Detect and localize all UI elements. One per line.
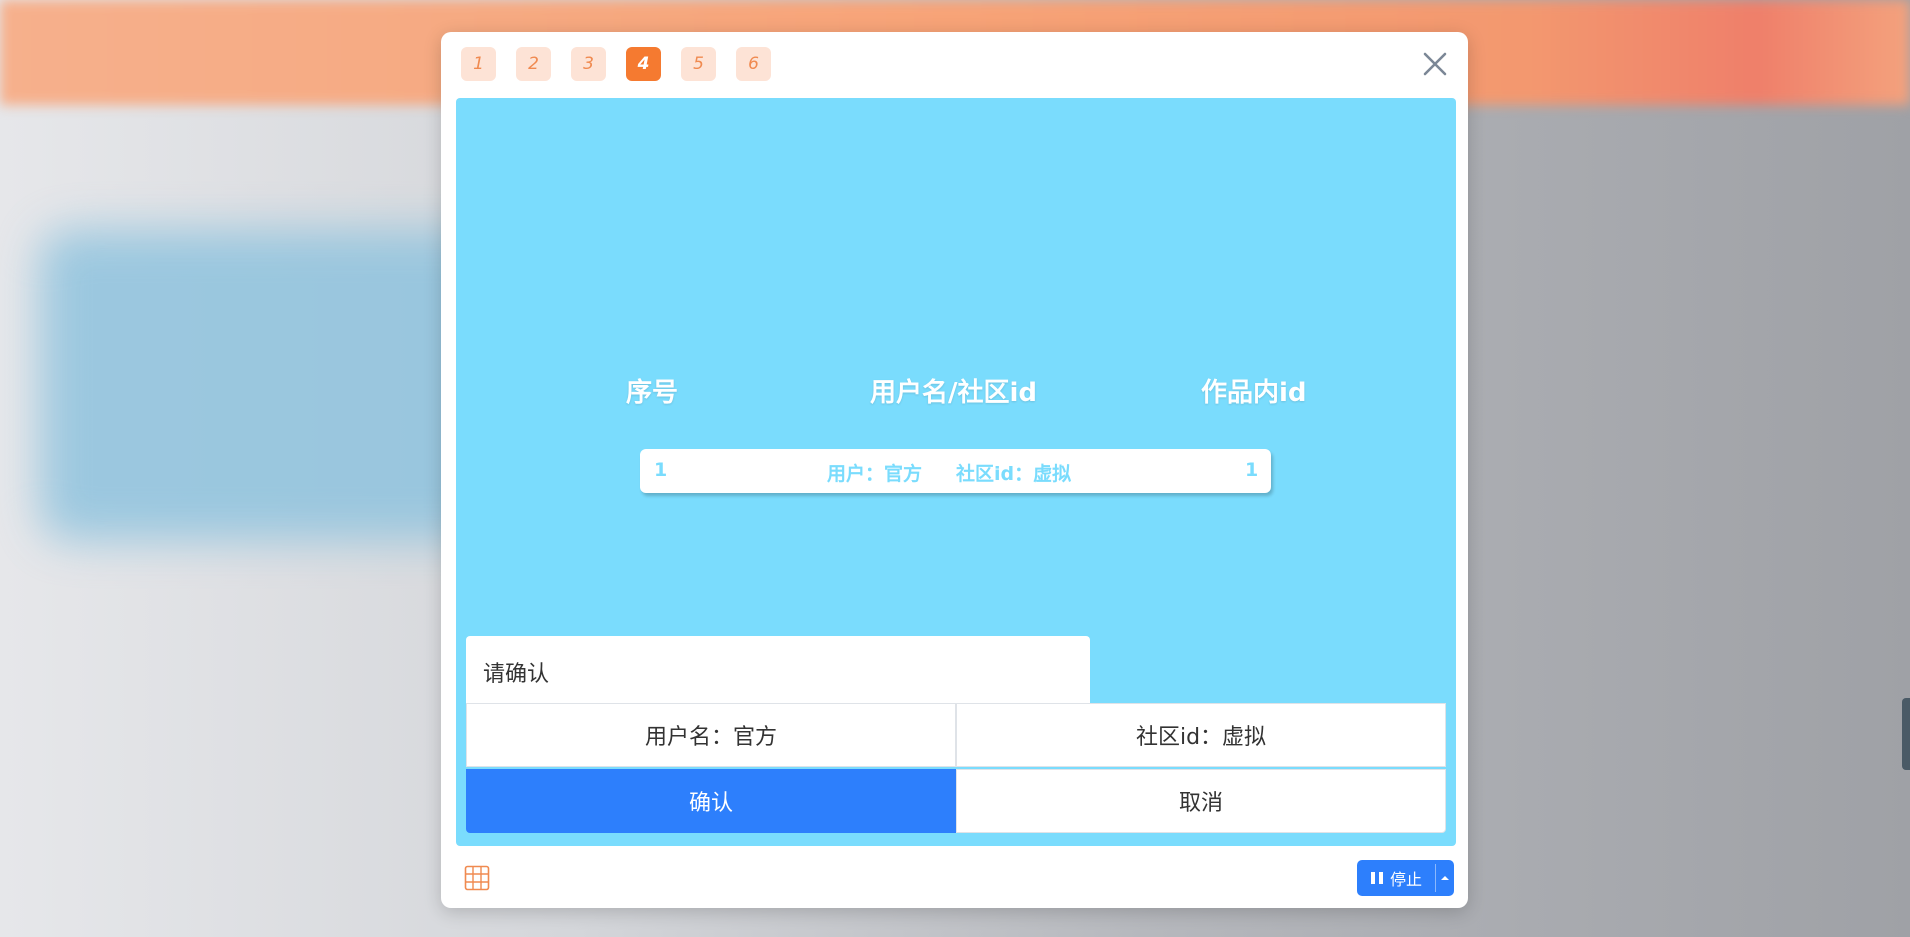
side-handle[interactable]	[1902, 698, 1910, 770]
page-tab-4[interactable]: 4	[626, 47, 661, 81]
row-work-id: 1	[1245, 459, 1259, 481]
page-tab-1[interactable]: 1	[461, 47, 496, 81]
confirm-username-cell: 用户名：官方	[466, 703, 956, 767]
stage-canvas[interactable]: 序号 用户名/社区id 作品内id 1 用户：官方 社区id：虚拟 1 请确认 …	[456, 98, 1456, 846]
stop-button-group: 停止	[1357, 860, 1454, 896]
page-tab-5[interactable]: 5	[681, 47, 716, 81]
confirm-button[interactable]: 确认	[466, 769, 956, 833]
column-header-user: 用户名/社区id	[870, 378, 1038, 408]
page-tabs: 1 2 3 4 5 6	[461, 47, 771, 81]
stop-label: 停止	[1389, 870, 1422, 889]
row-community: 社区id：虚拟	[956, 463, 1072, 485]
stop-options-button[interactable]	[1436, 860, 1454, 896]
stop-button[interactable]: 停止	[1357, 860, 1435, 896]
confirm-title-text: 请确认	[483, 662, 550, 687]
project-player-modal: 1 2 3 4 5 6 序号 用户名/社区id 作品内id 1 用户：官方 社区…	[441, 32, 1468, 908]
confirm-dialog-title: 请确认	[466, 636, 1090, 703]
confirm-community-cell: 社区id：虚拟	[956, 703, 1446, 767]
close-button[interactable]	[1418, 47, 1452, 81]
row-user: 用户：官方	[827, 463, 923, 485]
page-tab-2[interactable]: 2	[516, 47, 551, 81]
column-header-work-id: 作品内id	[1201, 378, 1307, 408]
table-row: 1 用户：官方 社区id：虚拟 1	[640, 449, 1271, 493]
column-header-index: 序号	[626, 378, 679, 408]
cancel-button[interactable]: 取消	[956, 769, 1446, 833]
pause-icon	[1370, 872, 1383, 884]
caret-up-icon	[1441, 876, 1449, 880]
page-tab-3[interactable]: 3	[571, 47, 606, 81]
page-tab-6[interactable]: 6	[736, 47, 771, 81]
grid-icon[interactable]	[463, 864, 491, 892]
row-index: 1	[654, 459, 668, 481]
close-icon	[1423, 52, 1447, 76]
background-panel-blur	[40, 230, 510, 540]
